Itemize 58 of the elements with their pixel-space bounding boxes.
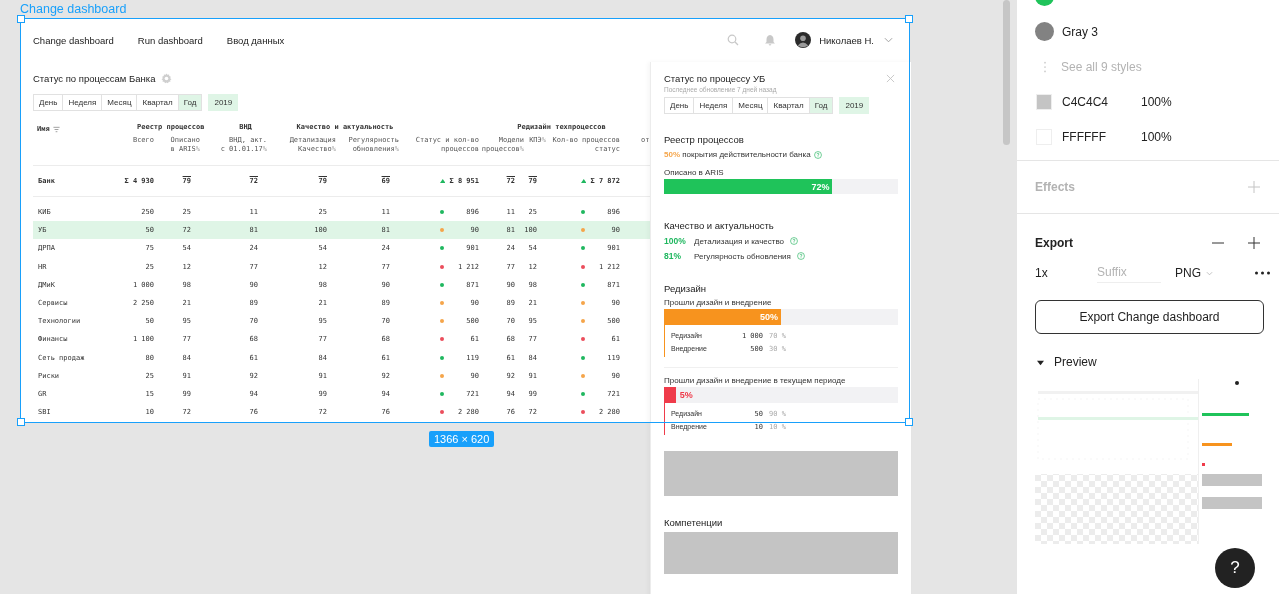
- year-selector[interactable]: 2019: [208, 94, 239, 111]
- fill-swatch[interactable]: [1036, 93, 1052, 110]
- metric-label: Регулярность обновления: [694, 251, 791, 261]
- format-dropdown[interactable]: PNG: [1175, 266, 1213, 280]
- resize-handle[interactable]: [17, 418, 25, 426]
- progress-value: 5%: [678, 390, 693, 400]
- settings-icon[interactable]: [161, 73, 173, 84]
- help-icon[interactable]: [796, 252, 805, 260]
- resize-handle[interactable]: [905, 418, 913, 426]
- metric-label: Детализация и качество: [694, 236, 784, 246]
- coverage-text: 50% покрытия действительности банка: [664, 150, 811, 159]
- close-icon[interactable]: [886, 74, 895, 83]
- nav-link[interactable]: Run dashboard: [137, 34, 203, 46]
- scrollbar[interactable]: [1003, 0, 1010, 145]
- chevron-down-icon[interactable]: [884, 37, 893, 43]
- period-tab[interactable]: Год: [809, 98, 833, 113]
- export-button[interactable]: Export Change dashboard: [1035, 300, 1264, 334]
- chevron-down-icon[interactable]: [1206, 270, 1213, 276]
- section-heading: Редизайн: [664, 283, 708, 294]
- style-name[interactable]: Gray 3: [1062, 24, 1098, 39]
- metric-value: 100%: [664, 236, 687, 246]
- caret-down-icon[interactable]: [1037, 358, 1044, 366]
- section-heading: Качество и актуальность: [664, 220, 775, 231]
- progress-value: 50%: [760, 312, 779, 322]
- export-heading: Export: [1035, 236, 1073, 250]
- user-name[interactable]: Николаев Н.: [819, 34, 874, 46]
- search-icon[interactable]: [727, 34, 740, 46]
- more-icon[interactable]: [1254, 271, 1271, 275]
- bar-label: Прошли дизайн и внедрение: [664, 298, 773, 307]
- bell-icon[interactable]: [764, 34, 777, 46]
- section-title: Статус по процессам Банка: [33, 73, 156, 84]
- bar-label: Описано в ARIS: [664, 168, 725, 177]
- nav-link[interactable]: Ввод данных: [226, 34, 285, 46]
- panel-title: Статус по процессу УБ: [664, 73, 766, 84]
- fill-opacity[interactable]: 100%: [1141, 129, 1172, 144]
- effects-heading: Effects: [1035, 180, 1075, 194]
- help-icon[interactable]: [790, 237, 798, 245]
- section-heading: Реестр процессов: [664, 134, 745, 145]
- nav-link[interactable]: Change dashboard: [33, 34, 114, 46]
- avatar-icon[interactable]: [795, 32, 812, 48]
- fill-hex[interactable]: C4C4C4: [1062, 94, 1141, 109]
- fill-opacity[interactable]: 100%: [1141, 94, 1172, 109]
- color-style-swatch[interactable]: [1035, 22, 1054, 41]
- metric-value: 81%: [664, 251, 682, 261]
- help-icon[interactable]: [813, 150, 822, 159]
- progress-value: 72%: [811, 181, 831, 192]
- fill-hex[interactable]: FFFFFF: [1062, 129, 1141, 144]
- resize-handle[interactable]: [905, 15, 913, 23]
- year-selector[interactable]: 2019: [839, 97, 870, 114]
- preview-heading[interactable]: Preview: [1054, 355, 1097, 369]
- filter-icon[interactable]: [52, 125, 60, 133]
- size-badge: 1366 × 620: [429, 431, 495, 447]
- section-heading: Компетенции: [664, 517, 724, 528]
- add-icon[interactable]: [1248, 237, 1260, 249]
- resize-handle[interactable]: [17, 15, 25, 23]
- bar-label: Прошли дизайн и внедрение в текущем периоде: [664, 376, 847, 385]
- export-scale[interactable]: 1x: [1035, 266, 1097, 280]
- period-tab[interactable]: Год: [178, 95, 202, 110]
